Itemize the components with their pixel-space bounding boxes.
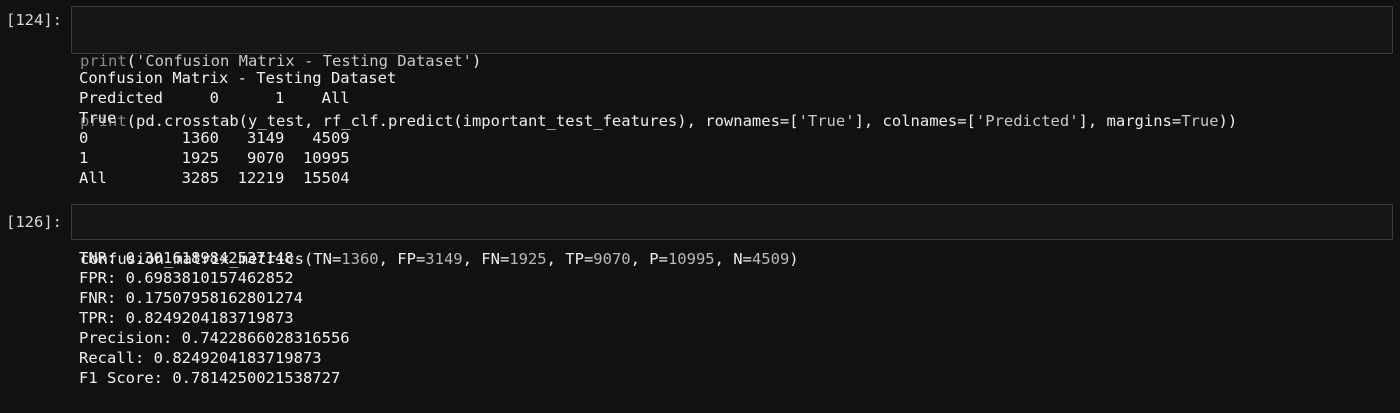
output-line: Precision: 0.7422866028316556	[79, 329, 350, 347]
code-input-cell[interactable]: print('Confusion Matrix - Testing Datase…	[71, 6, 1393, 130]
code-token: ], margins=	[1078, 112, 1182, 130]
code-input-cell[interactable]: confusion_matrix_metrics(TN=1360, FP=314…	[71, 204, 1393, 268]
output-line: TNR: 0.3016189842537148	[79, 249, 294, 267]
output-line: Confusion Matrix - Testing Dataset	[79, 69, 397, 87]
code-token: , FN=	[462, 250, 510, 268]
code-token: 1925	[509, 250, 547, 268]
cell-output: TNR: 0.3016189842537148 FPR: 0.6983810157…	[79, 248, 350, 388]
output-line: 0 1360 3149 4509	[79, 129, 350, 147]
code-token: 9070	[593, 250, 631, 268]
output-line: TPR: 0.8249204183719873	[79, 309, 294, 327]
code-token: ))	[1218, 112, 1238, 130]
code-token: )	[471, 52, 482, 70]
code-token: , FP=	[378, 250, 426, 268]
output-line: F1 Score: 0.7814250021538727	[79, 369, 341, 387]
output-line: All 3285 12219 15504	[79, 169, 350, 187]
code-token: 'True'	[798, 112, 855, 130]
code-token: , N=	[714, 250, 752, 268]
output-line: FPR: 0.6983810157462852	[79, 269, 294, 287]
code-token: 3149	[425, 250, 463, 268]
execution-count-prompt: [126]:	[6, 213, 62, 231]
code-token: 'Predicted'	[975, 112, 1079, 130]
code-token: ], colnames=[	[854, 112, 976, 130]
output-line: 1 1925 9070 10995	[79, 149, 350, 167]
execution-count-prompt: [124]:	[6, 11, 62, 29]
code-token: , P=	[630, 250, 668, 268]
cell-output: Confusion Matrix - Testing Dataset Predic…	[79, 68, 396, 188]
code-token: 10995	[667, 250, 715, 268]
output-line: Recall: 0.8249204183719873	[79, 349, 322, 367]
code-token: )	[789, 250, 799, 268]
output-line: FNR: 0.17507958162801274	[79, 289, 303, 307]
output-line: Predicted 0 1 All	[79, 89, 350, 107]
output-line: True	[79, 109, 117, 127]
code-token: 4509	[751, 250, 790, 268]
code-token: , TP=	[546, 250, 594, 268]
code-token: True	[1181, 112, 1219, 130]
